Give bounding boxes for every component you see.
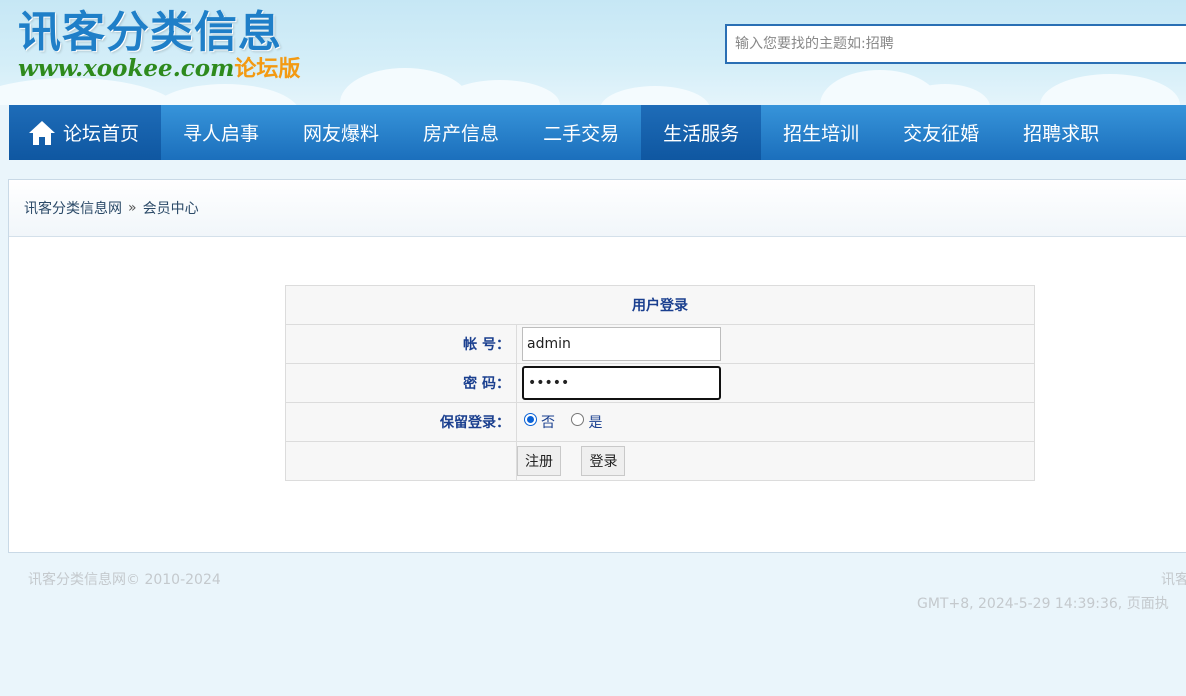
account-input[interactable] xyxy=(522,327,721,361)
remember-no-option[interactable]: 否 xyxy=(522,412,555,432)
nav-item-label: 招聘求职 xyxy=(1023,123,1100,145)
nav-item-label: 论坛首页 xyxy=(63,123,140,145)
remember-label: 保留登录： xyxy=(285,402,517,442)
account-label: 帐 号： xyxy=(285,324,517,364)
password-label: 密 码： xyxy=(285,363,517,403)
login-button[interactable]: 登录 xyxy=(581,446,626,476)
nav-item-label: 交友征婚 xyxy=(903,123,980,145)
logo-url-text: www.xookee.com xyxy=(18,55,235,82)
nav-item-home[interactable]: 论坛首页 xyxy=(9,105,162,160)
nav-item-education[interactable]: 招生培训 xyxy=(761,105,881,160)
footer-copyright: 讯客分类信息网© 2010-2024 xyxy=(28,572,221,588)
remember-yes-radio[interactable] xyxy=(571,413,585,426)
actions-label-cell xyxy=(285,441,517,481)
nav-item-label: 寻人启事 xyxy=(183,123,260,145)
home-icon xyxy=(29,120,55,145)
password-input[interactable] xyxy=(522,366,721,400)
breadcrumb: 讯客分类信息网 » 会员中心 xyxy=(9,180,1186,237)
breadcrumb-separator: » xyxy=(128,200,137,216)
site-logo[interactable]: 讯客分类信息 www.xookee.com论坛版 xyxy=(18,8,300,83)
remember-yes-label: 是 xyxy=(588,415,603,431)
nav-item-label: 生活服务 xyxy=(663,123,740,145)
remember-yes-option[interactable]: 是 xyxy=(569,412,602,432)
nav-item-missing-persons[interactable]: 寻人启事 xyxy=(161,105,281,160)
main-nav: 论坛首页 寻人启事 网友爆料 房产信息 二手交易 生活服务 招生培训 交友征婚 … xyxy=(9,105,1186,160)
logo-suffix: 论坛版 xyxy=(234,57,301,82)
logo-title: 讯客分类信息 xyxy=(18,8,282,58)
nav-item-second-hand[interactable]: 二手交易 xyxy=(521,105,641,160)
nav-item-label: 二手交易 xyxy=(543,123,620,145)
nav-item-user-reports[interactable]: 网友爆料 xyxy=(281,105,401,160)
content-panel: 讯客分类信息网 » 会员中心 用户登录 帐 号： 密 码： 保留登录： 否 xyxy=(8,179,1186,553)
nav-item-real-estate[interactable]: 房产信息 xyxy=(401,105,521,160)
breadcrumb-current[interactable]: 会员中心 xyxy=(143,198,199,218)
nav-item-label: 网友爆料 xyxy=(303,123,380,145)
remember-no-label: 否 xyxy=(541,415,555,431)
nav-item-label: 房产信息 xyxy=(423,123,500,145)
footer-site-name: 讯客 xyxy=(1161,572,1186,588)
logo-url: www.xookee.com论坛版 xyxy=(18,56,300,83)
site-header: 讯客分类信息 www.xookee.com论坛版 xyxy=(0,0,1186,105)
nav-item-dating[interactable]: 交友征婚 xyxy=(881,105,1001,160)
nav-item-label: 招生培训 xyxy=(783,123,860,145)
login-form: 用户登录 帐 号： 密 码： 保留登录： 否 是 xyxy=(285,285,1035,481)
login-title: 用户登录 xyxy=(285,285,1035,325)
nav-item-jobs[interactable]: 招聘求职 xyxy=(1001,105,1121,160)
remember-no-radio[interactable] xyxy=(524,413,537,426)
nav-item-life-services[interactable]: 生活服务 xyxy=(641,105,762,160)
search-input[interactable] xyxy=(725,24,1186,64)
register-button[interactable]: 注册 xyxy=(517,446,561,476)
footer-timestamp: GMT+8, 2024-5-29 14:39:36, 页面执 xyxy=(917,596,1169,612)
breadcrumb-site-link[interactable]: 讯客分类信息网 xyxy=(24,198,122,218)
